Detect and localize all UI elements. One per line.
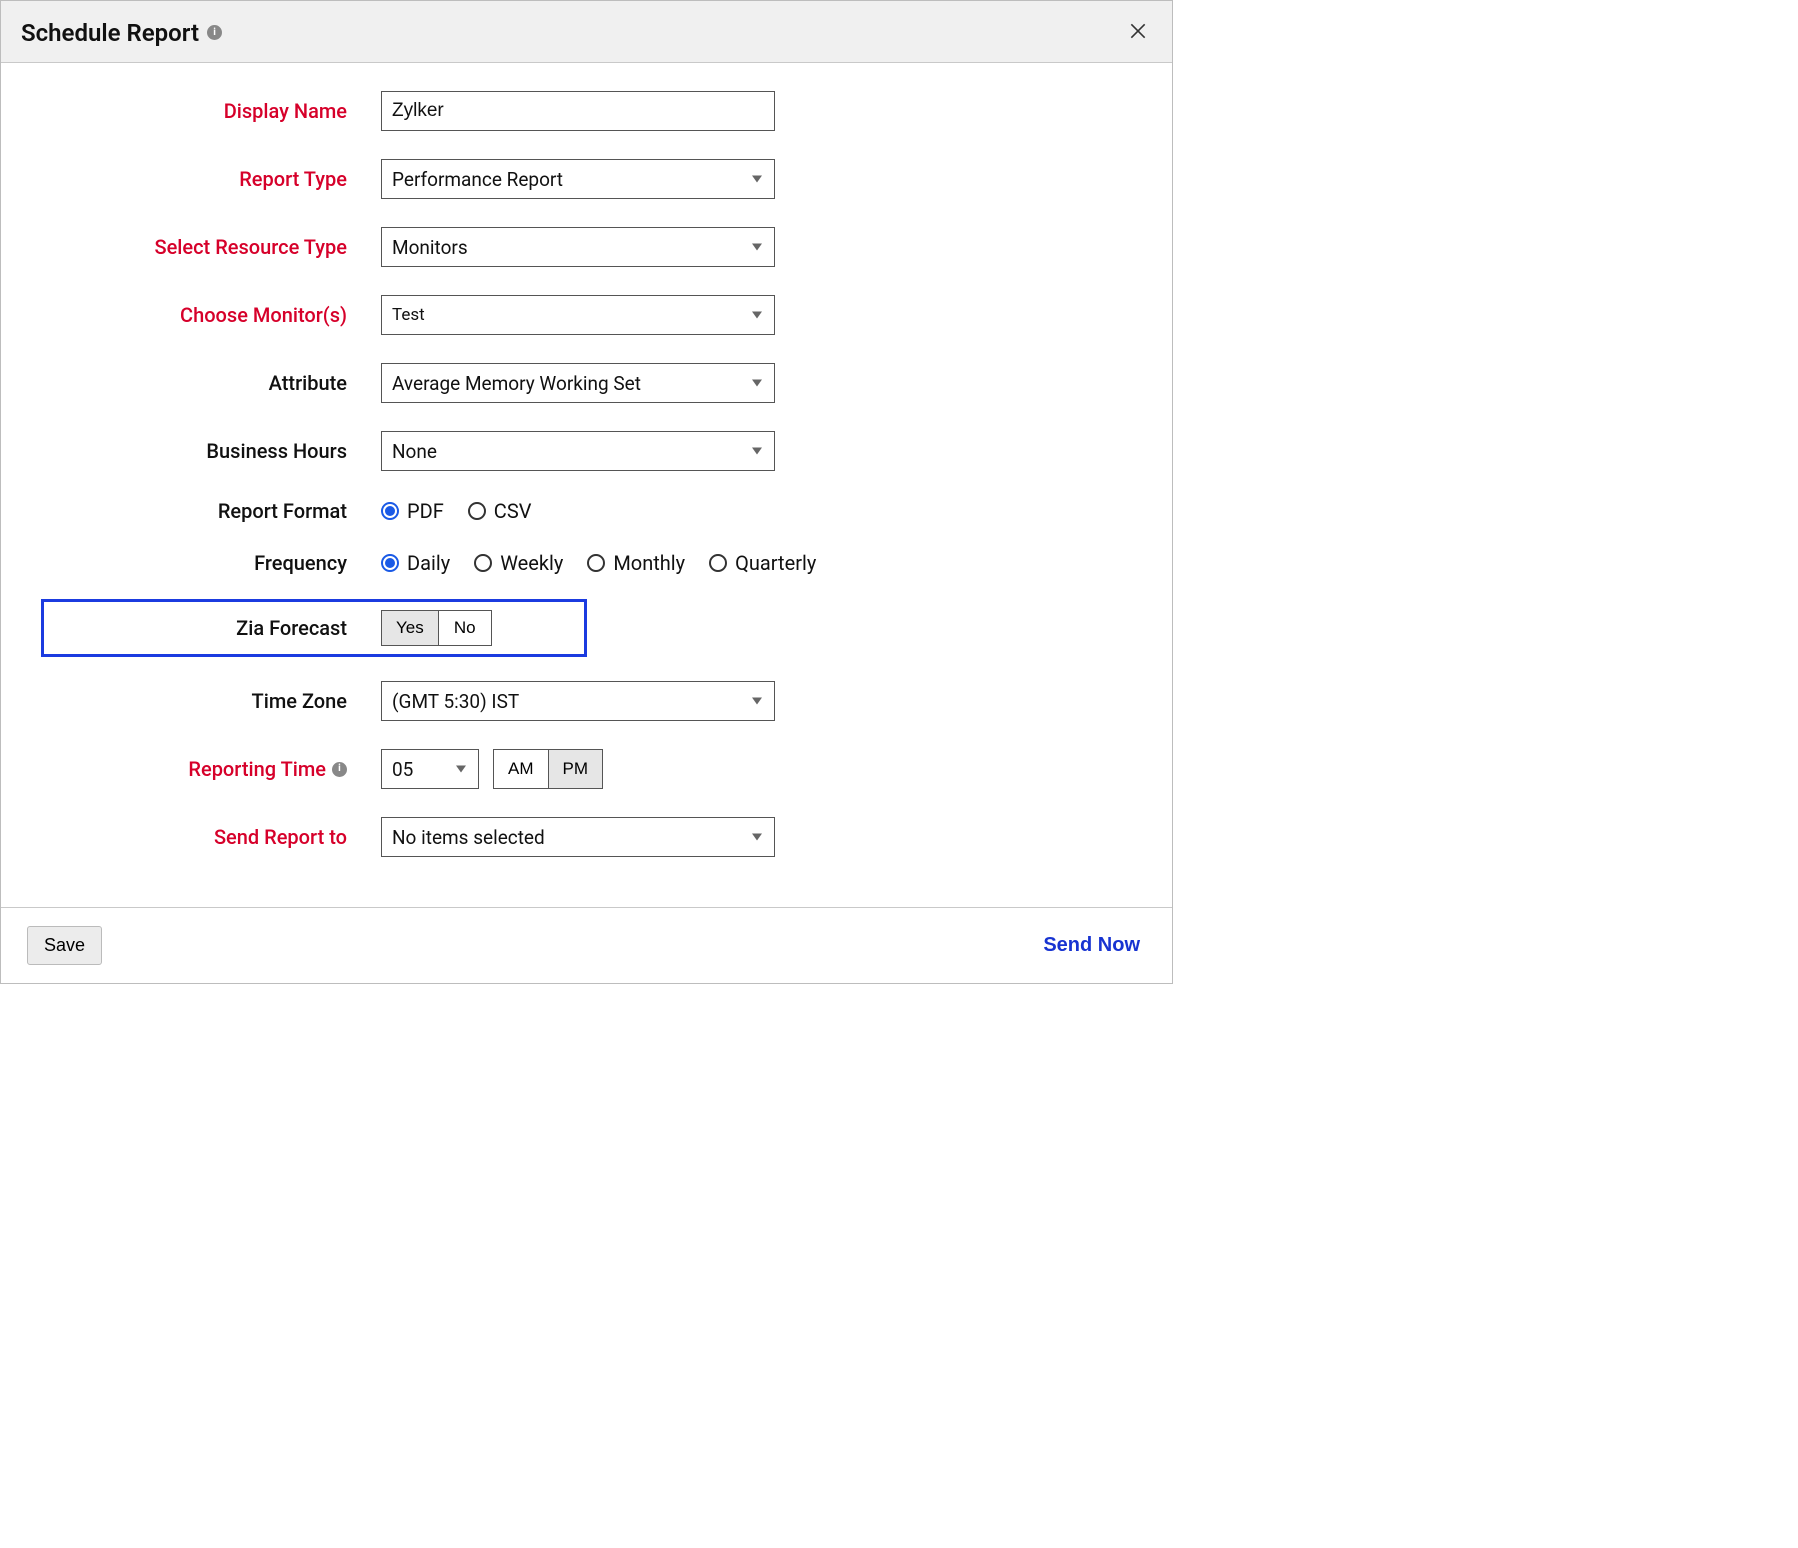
report-format-csv-radio[interactable]: CSV bbox=[468, 499, 532, 523]
row-frequency: Frequency Daily Weekly Monthly Quarterly bbox=[41, 551, 1132, 575]
label-frequency: Frequency bbox=[41, 551, 381, 575]
row-resource-type: Select Resource Type Monitors bbox=[41, 227, 1132, 267]
chevron-down-icon bbox=[752, 834, 762, 841]
time-zone-value: (GMT 5:30) IST bbox=[392, 690, 519, 713]
choose-monitors-value: Test bbox=[392, 305, 425, 325]
zia-forecast-highlight: Zia Forecast Yes No bbox=[41, 599, 587, 657]
ampm-am-button[interactable]: AM bbox=[494, 750, 549, 788]
resource-type-value: Monitors bbox=[392, 236, 468, 259]
info-icon[interactable]: i bbox=[207, 25, 222, 40]
dialog-title-text: Schedule Report bbox=[21, 19, 199, 47]
zia-forecast-toggle: Yes No bbox=[381, 610, 492, 646]
frequency-daily-radio[interactable]: Daily bbox=[381, 551, 450, 575]
save-button[interactable]: Save bbox=[27, 926, 102, 965]
radio-icon bbox=[709, 554, 727, 572]
ampm-pm-button[interactable]: PM bbox=[549, 750, 603, 788]
chevron-down-icon bbox=[752, 698, 762, 705]
radio-icon bbox=[381, 554, 399, 572]
row-choose-monitors: Choose Monitor(s) Test bbox=[41, 295, 1132, 335]
report-type-select[interactable]: Performance Report bbox=[381, 159, 775, 199]
chevron-down-icon bbox=[752, 312, 762, 319]
zia-forecast-yes-button[interactable]: Yes bbox=[382, 611, 439, 645]
label-reporting-time-text: Reporting Time bbox=[188, 757, 326, 781]
ampm-toggle: AM PM bbox=[493, 749, 603, 789]
label-send-to: Send Report to bbox=[41, 825, 381, 849]
display-name-input[interactable] bbox=[381, 91, 775, 131]
dialog-header: Schedule Report i bbox=[1, 1, 1172, 63]
label-report-format: Report Format bbox=[41, 499, 381, 523]
row-attribute: Attribute Average Memory Working Set bbox=[41, 363, 1132, 403]
label-report-type: Report Type bbox=[41, 167, 381, 191]
radio-icon bbox=[468, 502, 486, 520]
report-format-pdf-label: PDF bbox=[407, 499, 444, 523]
reporting-hour-value: 05 bbox=[392, 758, 413, 781]
frequency-weekly-label: Weekly bbox=[500, 551, 563, 575]
report-format-pdf-radio[interactable]: PDF bbox=[381, 499, 444, 523]
attribute-select[interactable]: Average Memory Working Set bbox=[381, 363, 775, 403]
frequency-monthly-label: Monthly bbox=[613, 551, 685, 575]
info-icon[interactable]: i bbox=[332, 762, 347, 777]
label-reporting-time: Reporting Time i bbox=[41, 757, 381, 781]
label-display-name: Display Name bbox=[41, 99, 381, 123]
dialog-body: Display Name Report Type Performance Rep… bbox=[1, 63, 1172, 907]
report-type-value: Performance Report bbox=[392, 168, 563, 191]
close-icon bbox=[1128, 21, 1148, 41]
radio-icon bbox=[587, 554, 605, 572]
send-to-value: No items selected bbox=[392, 826, 545, 849]
send-to-select[interactable]: No items selected bbox=[381, 817, 775, 857]
row-report-type: Report Type Performance Report bbox=[41, 159, 1132, 199]
choose-monitors-select[interactable]: Test bbox=[381, 295, 775, 335]
business-hours-select[interactable]: None bbox=[381, 431, 775, 471]
label-zia-forecast: Zia Forecast bbox=[44, 616, 381, 640]
schedule-report-dialog: Schedule Report i Display Name Report Ty… bbox=[0, 0, 1173, 984]
report-format-csv-label: CSV bbox=[494, 499, 532, 523]
zia-forecast-no-button[interactable]: No bbox=[439, 611, 491, 645]
time-zone-select[interactable]: (GMT 5:30) IST bbox=[381, 681, 775, 721]
radio-icon bbox=[474, 554, 492, 572]
send-now-link[interactable]: Send Now bbox=[1037, 933, 1146, 958]
label-business-hours: Business Hours bbox=[41, 439, 381, 463]
radio-icon bbox=[381, 502, 399, 520]
label-time-zone: Time Zone bbox=[41, 689, 381, 713]
frequency-daily-label: Daily bbox=[407, 551, 450, 575]
chevron-down-icon bbox=[752, 244, 762, 251]
frequency-monthly-radio[interactable]: Monthly bbox=[587, 551, 685, 575]
row-reporting-time: Reporting Time i 05 AM PM bbox=[41, 749, 1132, 789]
label-choose-monitors: Choose Monitor(s) bbox=[41, 303, 381, 327]
label-resource-type: Select Resource Type bbox=[41, 235, 381, 259]
dialog-footer: Save Send Now bbox=[1, 907, 1172, 983]
label-attribute: Attribute bbox=[41, 371, 381, 395]
frequency-quarterly-radio[interactable]: Quarterly bbox=[709, 551, 816, 575]
chevron-down-icon bbox=[456, 766, 466, 773]
dialog-title: Schedule Report i bbox=[21, 19, 222, 47]
chevron-down-icon bbox=[752, 176, 762, 183]
row-display-name: Display Name bbox=[41, 91, 1132, 131]
business-hours-value: None bbox=[392, 440, 437, 463]
row-time-zone: Time Zone (GMT 5:30) IST bbox=[41, 681, 1132, 721]
chevron-down-icon bbox=[752, 380, 762, 387]
frequency-quarterly-label: Quarterly bbox=[735, 551, 816, 575]
row-business-hours: Business Hours None bbox=[41, 431, 1132, 471]
frequency-weekly-radio[interactable]: Weekly bbox=[474, 551, 563, 575]
chevron-down-icon bbox=[752, 448, 762, 455]
attribute-value: Average Memory Working Set bbox=[392, 372, 641, 395]
row-report-format: Report Format PDF CSV bbox=[41, 499, 1132, 523]
close-button[interactable] bbox=[1124, 17, 1152, 48]
row-send-to: Send Report to No items selected bbox=[41, 817, 1132, 857]
resource-type-select[interactable]: Monitors bbox=[381, 227, 775, 267]
reporting-hour-select[interactable]: 05 bbox=[381, 749, 479, 789]
